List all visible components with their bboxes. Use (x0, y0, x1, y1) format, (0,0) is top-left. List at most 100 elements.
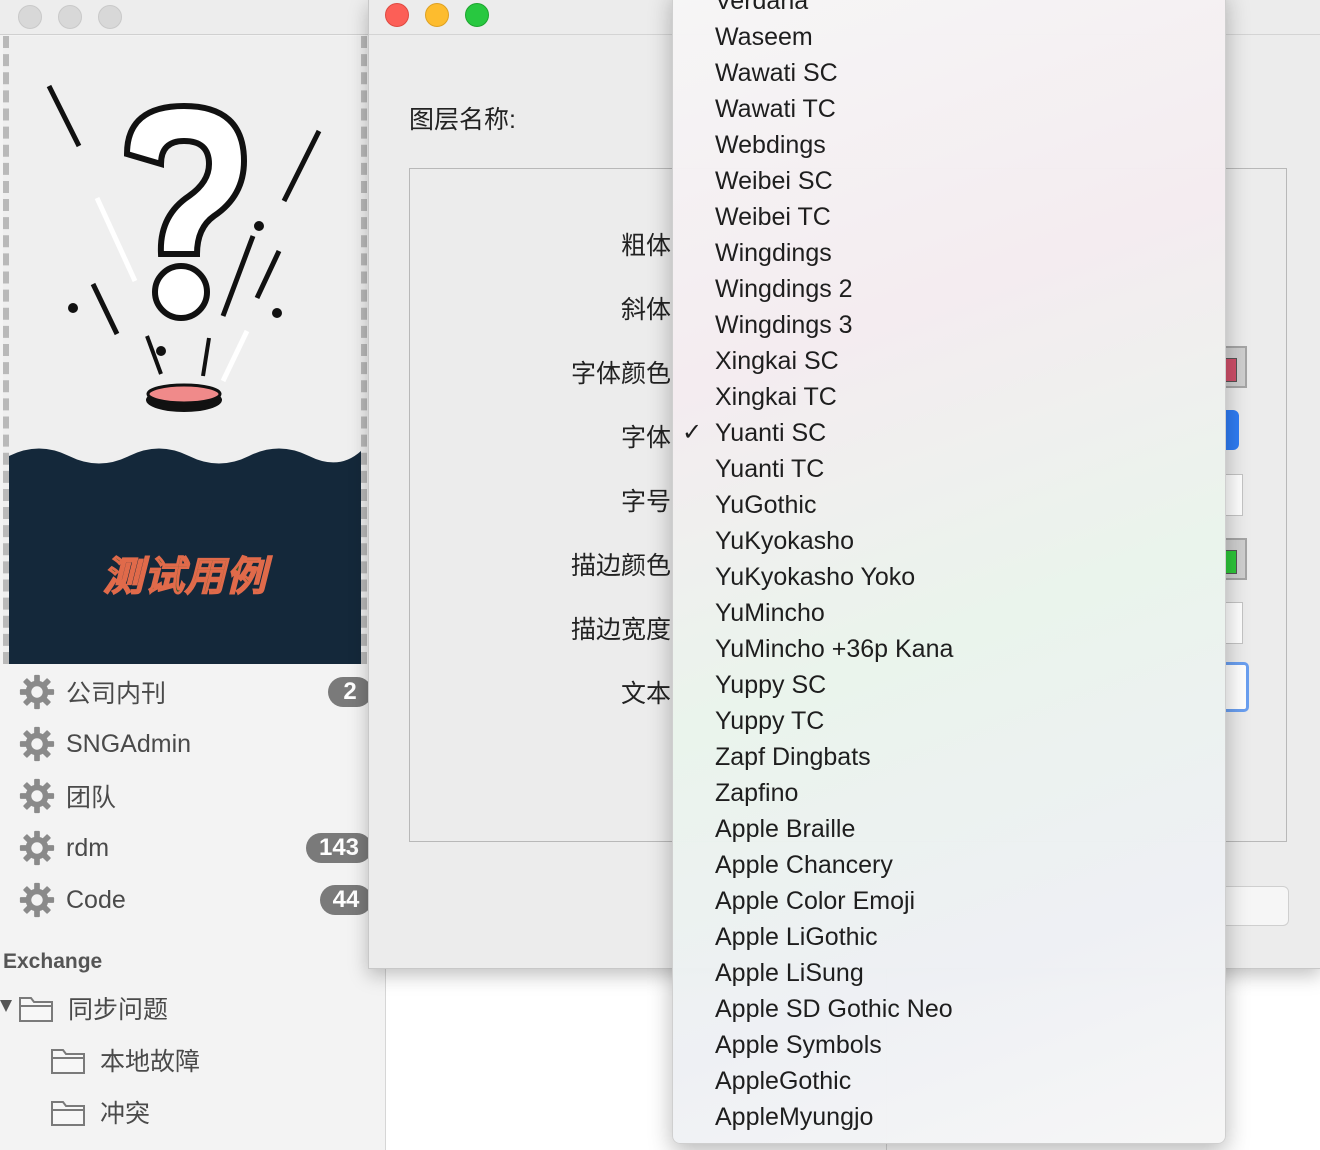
sidebar-account-item[interactable]: 公司内刊 (18, 672, 166, 712)
font-color-label: 字体颜色 (570, 360, 671, 388)
sidebar-account-item[interactable]: rdm (18, 828, 109, 868)
sidebar-account-label: 团队 (66, 784, 117, 812)
font-menu-item-label: Webdings (715, 131, 826, 159)
font-color-swatch (1225, 358, 1237, 382)
layer-preview-image: 测试用例 (3, 36, 367, 664)
font-menu-item[interactable]: Apple Braille (673, 811, 1225, 847)
font-menu-item-label: YuMincho (715, 599, 825, 627)
checkmark-icon: ✓ (682, 419, 703, 446)
font-popup-menu: Verdana Waseem Wawati SC Wawati TC Webdings W… (672, 0, 1226, 1144)
font-menu-item[interactable]: AppleGothic (673, 1063, 1225, 1099)
folder-icon (18, 993, 54, 1023)
font-menu-item-label: Weibei SC (715, 167, 833, 195)
font-menu-item[interactable]: ✓ Yuanti SC (673, 415, 1225, 451)
sidebar-folder-item[interactable]: 冲突 (50, 1092, 150, 1132)
minimize-button-inactive[interactable] (58, 5, 82, 29)
sidebar-account-label: 公司内刊 (66, 680, 167, 708)
font-menu-item[interactable]: Wingdings (673, 235, 1225, 271)
preview-caption-text: 测试用例 (102, 554, 267, 600)
font-menu-item[interactable]: Webdings (673, 127, 1225, 163)
font-menu-item[interactable]: YuKyokasho Yoko (673, 559, 1225, 595)
font-menu-item[interactable]: Wingdings 2 (673, 271, 1225, 307)
font-menu-item[interactable]: Weibei TC (673, 199, 1225, 235)
sidebar-account-item[interactable]: 团队 (18, 776, 116, 816)
font-menu-item[interactable]: Xingkai TC (673, 379, 1225, 415)
font-menu-item-label: YuKyokasho Yoko (715, 563, 916, 591)
font-menu-item-label: Wawati SC (715, 59, 838, 87)
font-menu-item[interactable]: YuMincho +36p Kana (673, 631, 1225, 667)
sidebar-folder-label: 本地故障 (100, 1048, 201, 1076)
gear-icon (18, 777, 56, 815)
font-menu-item[interactable]: YuGothic (673, 487, 1225, 523)
font-size-field[interactable] (1225, 474, 1243, 516)
font-menu-item[interactable]: Wawati TC (673, 91, 1225, 127)
font-menu-item[interactable]: Waseem (673, 19, 1225, 55)
font-color-well[interactable] (1225, 346, 1247, 388)
font-menu-item-label: Verdana (715, 0, 809, 15)
font-menu-item-label: Apple LiSung (715, 959, 864, 987)
minimize-button[interactable] (425, 3, 449, 27)
stroke-color-well[interactable] (1225, 538, 1247, 580)
sidebar-folder-item[interactable]: 同步问题 (18, 988, 168, 1028)
font-menu-item-label: AppleGothic (715, 1067, 852, 1095)
folder-icon (50, 1097, 86, 1127)
font-menu-item[interactable]: Weibei SC (673, 163, 1225, 199)
font-menu-item-label: Zapfino (715, 779, 799, 807)
stroke-width-label: 描边宽度 (570, 616, 671, 644)
section-title-exchange: Exchange (3, 950, 103, 973)
font-menu-item[interactable]: Apple LiGothic (673, 919, 1225, 955)
preview-window-titlebar (0, 0, 368, 35)
font-menu-item[interactable]: Wawati SC (673, 55, 1225, 91)
font-menu-item[interactable]: Apple Symbols (673, 1027, 1225, 1063)
text-label: 文本 (620, 680, 671, 708)
font-menu-item-label: Zapf Dingbats (715, 743, 871, 771)
font-menu-item[interactable]: Yuppy TC (673, 703, 1225, 739)
font-menu-item[interactable]: YuKyokasho (673, 523, 1225, 559)
font-menu-item-label: AppleMyungjo (715, 1103, 874, 1131)
font-menu-item-label: Yuppy SC (715, 671, 827, 699)
font-menu-item[interactable]: Apple LiSung (673, 955, 1225, 991)
close-button[interactable] (385, 3, 409, 27)
font-popup-button[interactable] (1225, 410, 1239, 450)
unread-count-badge: 44 (320, 885, 372, 915)
confirm-button[interactable] (1225, 886, 1289, 926)
font-menu-item[interactable]: YuMincho (673, 595, 1225, 631)
font-menu-item-label: Apple Color Emoji (715, 887, 916, 915)
sidebar-account-label: rdm (66, 833, 110, 862)
font-menu-item[interactable]: Apple Chancery (673, 847, 1225, 883)
font-menu-item[interactable]: Wingdings 3 (673, 307, 1225, 343)
font-menu-item-label: Yuppy TC (715, 707, 825, 735)
font-menu-item-label: Yuanti TC (715, 455, 825, 483)
zoom-button[interactable] (465, 3, 489, 27)
unread-count-badge: 143 (306, 833, 372, 863)
font-menu-item-label: Wingdings (715, 239, 832, 267)
font-menu-item[interactable]: Zapfino (673, 775, 1225, 811)
font-menu-item[interactable]: Zapf Dingbats (673, 739, 1225, 775)
font-menu-item[interactable]: Apple SD Gothic Neo (673, 991, 1225, 1027)
font-menu-item[interactable]: AppleMyungjo (673, 1099, 1225, 1135)
bold-label: 粗体 (620, 232, 671, 260)
zoom-button-inactive[interactable] (98, 5, 122, 29)
sidebar-account-item[interactable]: SNGAdmin (18, 724, 191, 764)
font-menu-item-label: Wingdings 2 (715, 275, 853, 303)
gear-icon (18, 673, 56, 711)
font-menu-item[interactable]: Apple Color Emoji (673, 883, 1225, 919)
stroke-width-field[interactable] (1225, 602, 1243, 644)
close-button-inactive[interactable] (18, 5, 42, 29)
font-menu-item[interactable]: Yuppy SC (673, 667, 1225, 703)
font-menu-item-label: Wawati TC (715, 95, 836, 123)
font-menu-item-label: Wingdings 3 (715, 311, 853, 339)
font-menu-item[interactable]: Yuanti TC (673, 451, 1225, 487)
sidebar-folder-item[interactable]: 本地故障 (50, 1040, 200, 1080)
font-menu-item-label: Apple Chancery (715, 851, 893, 879)
font-menu-item-label: Waseem (715, 23, 813, 51)
folder-icon (50, 1045, 86, 1075)
disclosure-triangle-icon[interactable] (0, 1000, 12, 1012)
gear-icon (18, 881, 56, 919)
font-menu-item[interactable]: Xingkai SC (673, 343, 1225, 379)
italic-label: 斜体 (620, 296, 671, 324)
sidebar-account-item[interactable]: Code (18, 880, 126, 920)
font-menu-item-label: Weibei TC (715, 203, 831, 231)
font-menu-item[interactable]: Verdana (673, 0, 1225, 19)
text-field[interactable] (1225, 662, 1249, 712)
